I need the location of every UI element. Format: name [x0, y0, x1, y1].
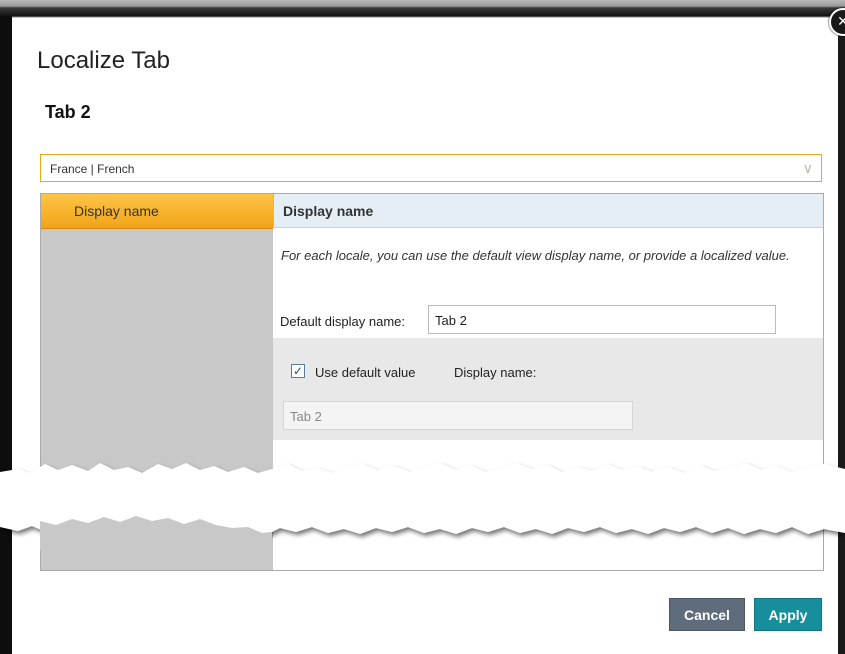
- locale-select-value: France | French: [50, 162, 135, 176]
- left-nav-item-label: Display name: [74, 203, 159, 219]
- use-default-checkbox[interactable]: ✓: [291, 364, 305, 378]
- dialog-frame-left: [0, 16, 12, 654]
- section-header-label: Display name: [283, 203, 374, 219]
- close-icon[interactable]: ✕: [829, 8, 845, 36]
- left-nav-item-display-name[interactable]: Display name: [41, 194, 273, 229]
- tab-name-heading: Tab 2: [45, 102, 91, 122]
- default-display-name-label: Default display name:: [280, 314, 406, 329]
- section-header: Display name: [273, 194, 823, 228]
- torn-edge-break: [0, 463, 845, 550]
- help-text: For each locale, you can use the default…: [281, 248, 790, 263]
- cancel-button[interactable]: Cancel: [669, 598, 745, 631]
- locale-select[interactable]: France | French ∨: [40, 154, 822, 182]
- apply-button[interactable]: Apply: [754, 598, 822, 631]
- dialog-title: Localize Tab: [37, 47, 170, 74]
- dialog-frame-top: [0, 0, 845, 18]
- locale-override-section: ✓ Use default value Display name: Tab 2: [273, 338, 823, 440]
- default-display-name-field[interactable]: Tab 2: [428, 305, 776, 334]
- display-name-field[interactable]: Tab 2: [283, 401, 633, 430]
- display-name-label: Display name:: [454, 365, 537, 380]
- use-default-label: Use default value: [315, 365, 416, 380]
- chevron-down-icon[interactable]: ∨: [803, 160, 813, 177]
- dialog-frame-right: [838, 16, 845, 654]
